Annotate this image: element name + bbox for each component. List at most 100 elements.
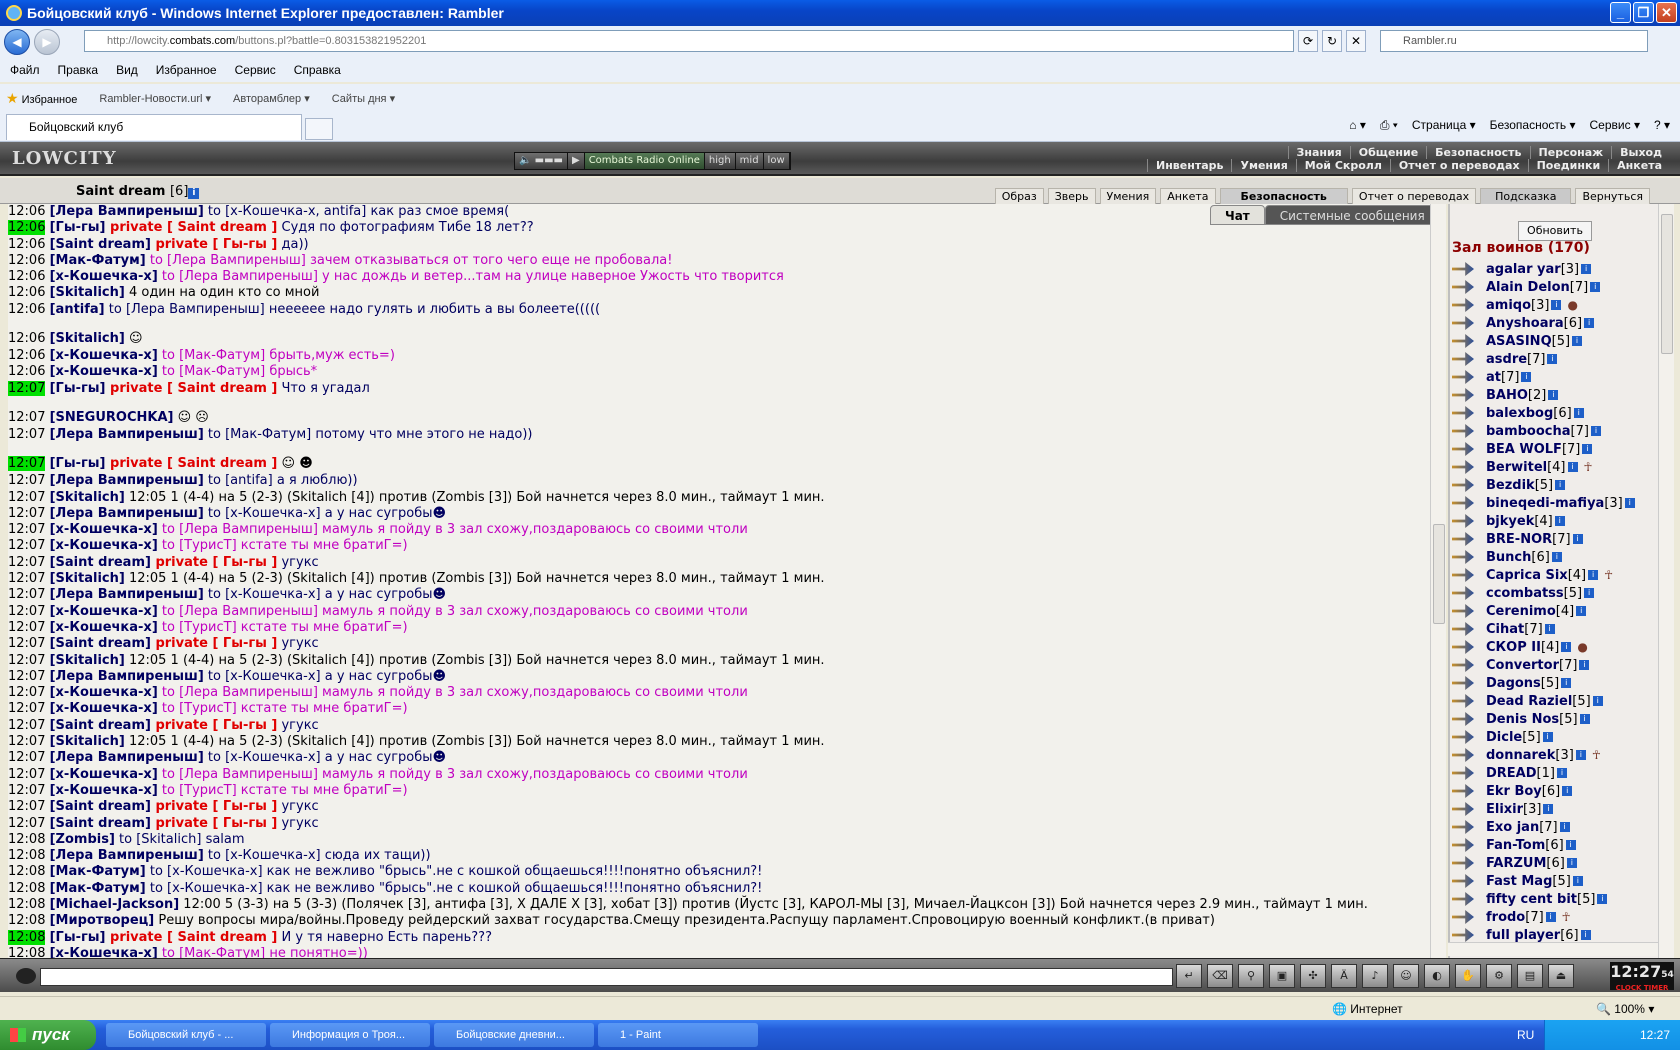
attack-icon[interactable]	[1452, 514, 1474, 528]
attack-icon[interactable]	[1452, 478, 1474, 492]
chat-author[interactable]: [Saint dream]	[50, 636, 151, 651]
attack-icon[interactable]	[1452, 496, 1474, 510]
chat-private-target[interactable]: private [ Гы-гы ]	[151, 718, 277, 733]
task-diaries[interactable]: Бойцовские дневни...	[434, 1023, 594, 1047]
chat-author[interactable]: [Лера Вампиреныш]	[50, 848, 204, 863]
chat-author[interactable]: [Skitalich]	[50, 653, 125, 668]
info-icon[interactable]: i	[1556, 768, 1567, 778]
chat-author[interactable]: [Лера Вампиреныш]	[50, 506, 204, 521]
chat-author[interactable]: [Skitalich]	[50, 490, 125, 505]
player-name[interactable]: frodo	[1486, 910, 1525, 925]
stop-icon[interactable]: ✕	[1346, 30, 1366, 52]
info-icon[interactable]: i	[1548, 390, 1559, 400]
chat-author[interactable]: [Saint dream]	[50, 816, 151, 831]
menu-file[interactable]: Файл	[10, 63, 40, 77]
language-indicator[interactable]: RU	[1517, 1020, 1534, 1050]
fav-link-sites[interactable]: Сайты дня ▾	[332, 92, 395, 105]
info-icon[interactable]: i	[1561, 678, 1572, 688]
attack-icon[interactable]	[1452, 748, 1474, 762]
menu-security[interactable]: Безопасность	[1426, 146, 1529, 159]
subtab-skills[interactable]: Умения	[1099, 188, 1157, 204]
attack-icon[interactable]	[1452, 568, 1474, 582]
new-tab-button[interactable]	[305, 118, 333, 140]
player-name[interactable]: donnarek	[1486, 748, 1555, 763]
info-icon[interactable]: i	[1572, 336, 1583, 346]
chat-private-target[interactable]: private [ Saint dream ]	[105, 456, 277, 471]
info-icon[interactable]: i	[1567, 462, 1578, 472]
chat-author[interactable]: [Гы-гы]	[50, 456, 106, 471]
info-icon[interactable]: i	[1580, 930, 1591, 940]
attack-icon[interactable]	[1452, 910, 1474, 924]
player-name[interactable]: Dead Raziel	[1486, 694, 1572, 709]
chat-mode-icon[interactable]: ◐	[1424, 964, 1450, 988]
send-icon[interactable]: ↵	[1176, 964, 1202, 988]
task-info[interactable]: Информация о Троя...	[270, 1023, 430, 1047]
chat-author[interactable]: [Skitalich]	[50, 331, 125, 346]
chat-author[interactable]: [Лера Вампиреныш]	[50, 427, 204, 442]
info-icon[interactable]: i	[1590, 426, 1601, 436]
player-name[interactable]: Fast Mag	[1486, 874, 1552, 889]
attack-icon[interactable]	[1452, 640, 1474, 654]
player-name[interactable]: bjkyek	[1486, 514, 1534, 529]
menu-knowledge[interactable]: Знания	[1287, 146, 1350, 159]
player-name[interactable]: Anyshoara	[1486, 316, 1564, 331]
menu-view[interactable]: Вид	[116, 63, 138, 77]
chat-scrollbar[interactable]	[1430, 204, 1446, 958]
menu-exit[interactable]: Выход	[1611, 146, 1670, 159]
menu-inventory[interactable]: Инвентарь	[1147, 159, 1231, 172]
chat-author[interactable]: [Лера Вампиреныш]	[50, 204, 204, 219]
info-icon[interactable]: i	[1543, 804, 1554, 814]
player-name[interactable]: Denis Nos	[1486, 712, 1559, 727]
info-icon[interactable]: i	[1562, 786, 1573, 796]
help-icon[interactable]: ? ▾	[1654, 118, 1670, 133]
chat-author[interactable]: [Лера Вампиреныш]	[50, 587, 204, 602]
player-name[interactable]: Alain Delon	[1486, 280, 1570, 295]
attack-icon[interactable]	[1452, 262, 1474, 276]
attack-icon[interactable]	[1452, 676, 1474, 690]
address-bar[interactable]: http://lowcity.combats.com/buttons.pl?ba…	[84, 30, 1294, 52]
tab-system-messages[interactable]: Системные сообщения	[1264, 205, 1440, 225]
chat-author[interactable]: [х-Кошечка-х]	[50, 767, 158, 782]
chat-author[interactable]: [х-Кошечка-х]	[50, 685, 158, 700]
player-name[interactable]: Convertor	[1486, 658, 1559, 673]
subtab-transfer-report[interactable]: Отчет о переводах	[1351, 188, 1477, 204]
chat-author[interactable]: [Мак-Фатум]	[50, 253, 146, 268]
chat-author[interactable]: [antifa]	[50, 302, 105, 317]
chat-author[interactable]: [х-Кошечка-х]	[50, 269, 158, 284]
player-name[interactable]: Ekr Boy	[1486, 784, 1542, 799]
info-icon[interactable]: i	[1572, 876, 1583, 886]
menu-my-scroll[interactable]: Мой Скролл	[1295, 159, 1390, 172]
info-icon[interactable]: i	[1551, 552, 1562, 562]
info-icon[interactable]: i	[1554, 516, 1565, 526]
player-name[interactable]: bamboocha	[1486, 424, 1571, 439]
chat-author[interactable]: [Saint dream]	[50, 718, 151, 733]
forward-button[interactable]: ▶	[34, 29, 60, 55]
chat-private-target[interactable]: private [ Гы-гы ]	[151, 799, 277, 814]
action-icon-3[interactable]: ▤	[1517, 964, 1543, 988]
chat-author[interactable]: [Миротворец]	[50, 913, 155, 928]
attack-icon[interactable]	[1452, 280, 1474, 294]
player-name[interactable]: FARZUM	[1486, 856, 1546, 871]
info-icon[interactable]: i	[1547, 354, 1558, 364]
info-icon[interactable]: i	[1588, 570, 1599, 580]
chat-author[interactable]: [Мак-Фатум]	[50, 881, 146, 896]
info-icon[interactable]: i	[188, 188, 200, 199]
attack-icon[interactable]	[1452, 928, 1474, 942]
info-icon[interactable]: i	[1561, 642, 1572, 652]
info-icon[interactable]: i	[1565, 840, 1576, 850]
player-name[interactable]: amiqo	[1486, 298, 1531, 313]
player-name[interactable]: Exo jan	[1486, 820, 1539, 835]
action-icon-2[interactable]: ⚙	[1486, 964, 1512, 988]
chat-author[interactable]: [SNEGUROCHKA]	[50, 410, 174, 425]
menu-help[interactable]: Справка	[294, 63, 341, 77]
info-icon[interactable]: i	[1572, 534, 1583, 544]
menu-character[interactable]: Персонаж	[1529, 146, 1612, 159]
info-icon[interactable]: i	[1576, 606, 1587, 616]
player-name[interactable]: Bunch	[1486, 550, 1531, 565]
attack-icon[interactable]	[1452, 802, 1474, 816]
back-button[interactable]: ◀	[4, 29, 30, 55]
info-icon[interactable]: i	[1584, 588, 1595, 598]
attack-icon[interactable]	[1452, 838, 1474, 852]
zoom-level[interactable]: 🔍 100% ▾	[1596, 1002, 1654, 1016]
player-name[interactable]: DREAD	[1486, 766, 1537, 781]
